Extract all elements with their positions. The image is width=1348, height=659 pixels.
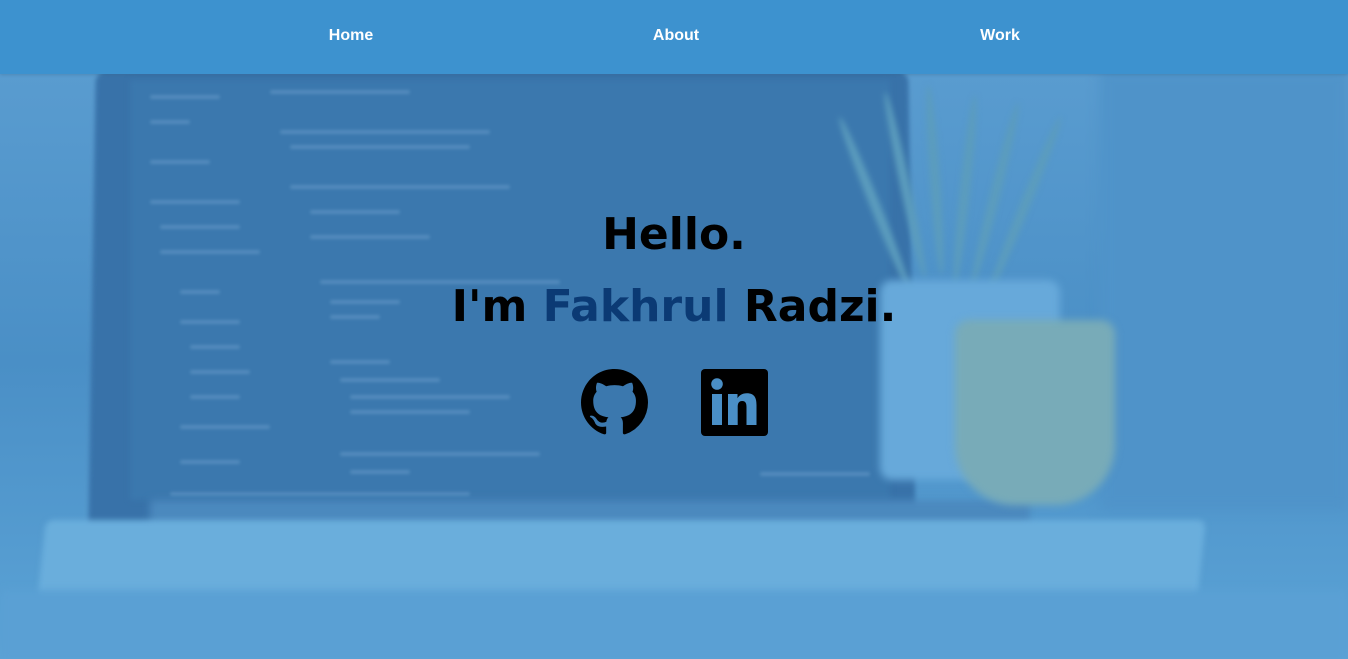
- github-icon: [581, 369, 648, 435]
- linkedin-link[interactable]: [701, 369, 768, 436]
- nav-link-home[interactable]: Home: [329, 27, 373, 45]
- hero-intro: I'm Fakhrul Radzi.: [0, 279, 1348, 335]
- name-suffix: Radzi.: [743, 281, 897, 332]
- hero-section: Hello. I'm Fakhrul Radzi.: [0, 0, 1348, 659]
- navbar: Home About Work: [0, 0, 1348, 74]
- nav-link-work[interactable]: Work: [980, 27, 1020, 45]
- github-link[interactable]: [581, 369, 648, 436]
- linkedin-icon: [701, 369, 768, 436]
- hero-greeting: Hello.: [602, 209, 746, 260]
- nav-link-about[interactable]: About: [653, 27, 699, 45]
- name-highlight: Fakhrul: [542, 281, 729, 332]
- intro-prefix: I'm: [451, 281, 528, 332]
